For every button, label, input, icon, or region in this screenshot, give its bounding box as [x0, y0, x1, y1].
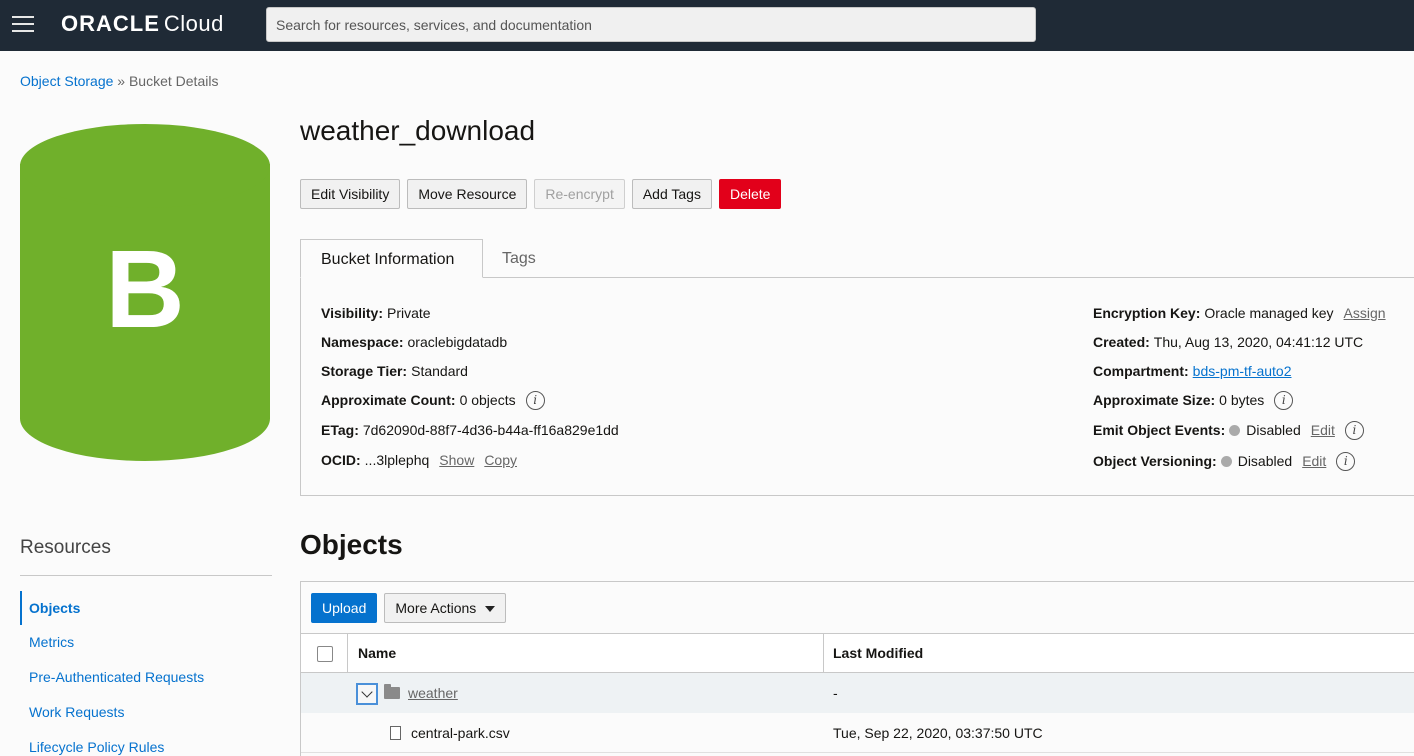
approximate-size-label: Approximate Size: [1093, 392, 1216, 408]
visibility-label: Visibility: [321, 305, 383, 321]
object-versioning-value: Disabled [1237, 453, 1293, 469]
sidebar-item-lifecycle-policy-rules[interactable]: Lifecycle Policy Rules [20, 730, 164, 756]
visibility-row: Visibility: Private [321, 303, 431, 323]
emit-object-events-row: Emit Object Events: Disabled Edit i [1093, 420, 1364, 440]
object-versioning-label: Object Versioning: [1093, 453, 1217, 469]
created-label: Created: [1093, 334, 1150, 350]
upload-button[interactable]: Upload [311, 593, 378, 623]
chevron-down-icon[interactable] [356, 683, 378, 705]
approximate-count-row: Approximate Count: 0 objects i [321, 390, 545, 410]
approximate-count-label: Approximate Count: [321, 392, 456, 408]
re-encrypt-button[interactable]: Re-encrypt [534, 179, 625, 209]
approximate-size-row: Approximate Size: 0 bytes i [1093, 390, 1294, 410]
more-actions-label: More Actions [395, 600, 477, 616]
column-header-last-modified[interactable]: Last Modified [833, 634, 923, 673]
top-navigation-bar: ORACLE Cloud [0, 0, 1414, 51]
compartment-label: Compartment: [1093, 363, 1189, 379]
ocid-row: OCID: ...3lplephq Show Copy [321, 450, 517, 470]
tab-tags[interactable]: Tags [502, 239, 536, 278]
sidebar-item-pre-authenticated-requests[interactable]: Pre-Authenticated Requests [20, 660, 204, 694]
column-header-name[interactable]: Name [358, 634, 396, 673]
breadcrumb-current: Bucket Details [128, 73, 219, 89]
folder-icon [384, 684, 400, 699]
etag-label: ETag: [321, 422, 359, 438]
bucket-actions: Edit Visibility Move Resource Re-encrypt… [300, 179, 782, 209]
edit-emit-object-events-link[interactable]: Edit [1311, 422, 1335, 438]
resources-title: Resources [20, 537, 111, 558]
folder-name-link[interactable]: weather [408, 673, 458, 713]
last-modified-cell: - [833, 685, 838, 701]
delete-button[interactable]: Delete [718, 179, 782, 209]
info-icon[interactable]: i [1344, 420, 1364, 440]
encryption-key-row: Encryption Key: Oracle managed key Assig… [1093, 303, 1386, 323]
file-name[interactable]: central-park.csv [411, 713, 510, 753]
info-icon[interactable]: i [525, 390, 545, 410]
approximate-count-value: 0 objects [459, 392, 516, 408]
created-row: Created: Thu, Aug 13, 2020, 04:41:12 UTC [1093, 332, 1363, 352]
ocid-label: OCID: [321, 452, 361, 468]
etag-row: ETag: 7d62090d-88f7-4d36-b44a-ff16a829e1… [321, 420, 619, 440]
storage-tier-row: Storage Tier: Standard [321, 361, 468, 381]
bucket-icon-letter: B [105, 228, 185, 351]
objects-title: Objects [300, 529, 403, 560]
created-value: Thu, Aug 13, 2020, 04:41:12 UTC [1153, 334, 1364, 350]
status-dot-icon [1229, 424, 1241, 436]
sidebar-item-metrics[interactable]: Metrics [20, 625, 74, 659]
resources-divider [20, 575, 272, 576]
breadcrumb-separator: » [117, 73, 126, 89]
sidebar-item-work-requests[interactable]: Work Requests [20, 695, 124, 729]
visibility-value: Private [386, 305, 431, 321]
status-dot-icon [1220, 455, 1232, 467]
objects-panel: Upload More Actions Name Last Modified w… [300, 581, 1414, 756]
more-actions-button[interactable]: More Actions [384, 593, 507, 623]
edit-visibility-button[interactable]: Edit Visibility [300, 179, 401, 209]
approximate-size-value: 0 bytes [1219, 392, 1265, 408]
file-icon [390, 726, 401, 740]
caret-down-icon [485, 606, 496, 613]
table-row[interactable]: central-park.csv Tue, Sep 22, 2020, 03:3… [301, 713, 1414, 753]
select-all-checkbox[interactable] [317, 646, 333, 662]
breadcrumb: Object Storage » Bucket Details [20, 73, 218, 89]
namespace-label: Namespace: [321, 334, 404, 350]
encryption-key-label: Encryption Key: [1093, 305, 1201, 321]
sidebar-item-objects[interactable]: Objects [20, 591, 80, 625]
logo-brand: ORACLE [61, 11, 160, 36]
tab-bucket-information[interactable]: Bucket Information [300, 239, 483, 278]
info-icon[interactable]: i [1274, 390, 1294, 410]
menu-icon[interactable] [12, 15, 34, 33]
etag-value: 7d62090d-88f7-4d36-b44a-ff16a829e1dd [362, 422, 619, 438]
oracle-cloud-logo[interactable]: ORACLE Cloud [61, 11, 224, 37]
emit-object-events-value: Disabled [1246, 422, 1301, 438]
ocid-value: ...3lplephq [364, 452, 430, 468]
last-modified-cell: Tue, Sep 22, 2020, 03:37:50 UTC [833, 725, 1043, 741]
bucket-information-panel: Visibility: Private Namespace: oraclebig… [300, 277, 1414, 496]
table-row[interactable]: weather - [301, 673, 1414, 713]
storage-tier-value: Standard [411, 363, 468, 379]
ocid-show-link[interactable]: Show [439, 452, 474, 468]
breadcrumb-object-storage[interactable]: Object Storage [20, 73, 113, 89]
compartment-link[interactable]: bds-pm-tf-auto2 [1193, 363, 1292, 379]
compartment-row: Compartment: bds-pm-tf-auto2 [1093, 361, 1292, 381]
storage-tier-label: Storage Tier: [321, 363, 408, 379]
emit-object-events-label: Emit Object Events: [1093, 422, 1226, 438]
bucket-icon: B [20, 124, 270, 461]
add-tags-button[interactable]: Add Tags [631, 179, 712, 209]
assign-encryption-key-link[interactable]: Assign [1344, 305, 1386, 321]
info-icon[interactable]: i [1336, 451, 1356, 471]
search-input[interactable] [266, 7, 1036, 42]
object-versioning-row: Object Versioning: Disabled Edit i [1093, 451, 1356, 471]
edit-object-versioning-link[interactable]: Edit [1302, 453, 1326, 469]
objects-actions: Upload More Actions [311, 593, 507, 623]
namespace-row: Namespace: oraclebigdatadb [321, 332, 507, 352]
ocid-copy-link[interactable]: Copy [484, 452, 517, 468]
objects-table-header: Name Last Modified [301, 633, 1414, 673]
encryption-key-value: Oracle managed key [1204, 305, 1334, 321]
logo-product: Cloud [163, 11, 224, 36]
page-title: weather_download [300, 115, 536, 146]
namespace-value: oraclebigdatadb [407, 334, 508, 350]
move-resource-button[interactable]: Move Resource [407, 179, 528, 209]
